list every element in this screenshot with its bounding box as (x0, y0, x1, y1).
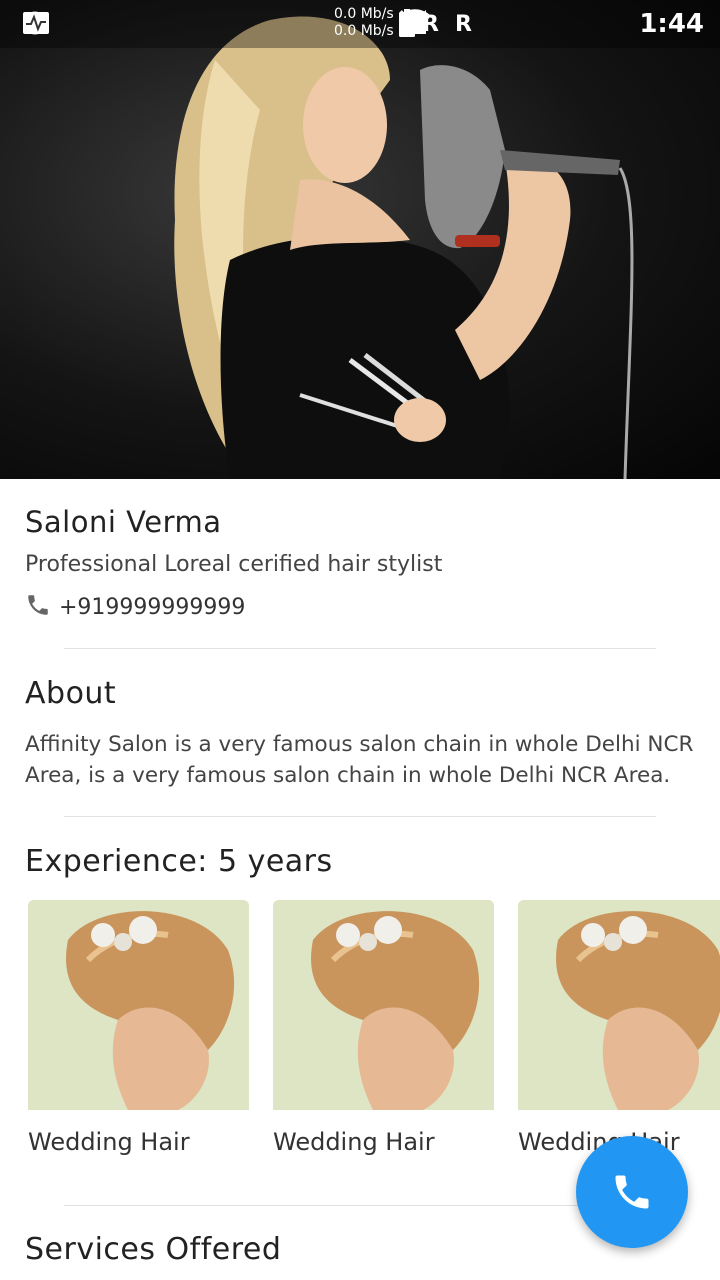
portfolio-photo (518, 900, 720, 1110)
phone-icon (25, 592, 51, 622)
about-text: Affinity Salon is a very famous salon ch… (25, 732, 694, 788)
status-bar: 0.0 Mb/s 0.0 Mb/s R R 1:44 (0, 0, 720, 48)
portfolio-card[interactable]: Wedding Hair (518, 900, 720, 1156)
services-heading: Services Offered (25, 1232, 282, 1267)
activity-icon (23, 10, 188, 38)
stylist-subtitle: Professional Loreal cerified hair stylis… (25, 552, 443, 577)
roaming-indicator-2: R (454, 11, 472, 37)
portfolio-label: Wedding Hair (28, 1128, 190, 1156)
record-icon (23, 10, 142, 38)
network-speed: 0.0 Mb/s 0.0 Mb/s (334, 6, 394, 39)
image-icon (24, 10, 96, 38)
portfolio-photo (28, 900, 249, 1110)
portfolio-card[interactable]: Wedding Hair (28, 900, 249, 1156)
portfolio-photo (273, 900, 494, 1110)
hero-image: 0.0 Mb/s 0.0 Mb/s R R 1:44 (0, 0, 720, 479)
portfolio-label: Wedding Hair (273, 1128, 435, 1156)
phone-icon (615, 1175, 649, 1209)
about-heading: About (25, 676, 117, 711)
stylist-name: Saloni Verma (25, 505, 222, 539)
phone-number[interactable]: +919999999999 (59, 595, 245, 620)
phone-row[interactable]: +919999999999 (25, 592, 245, 622)
clock: 1:44 (639, 9, 704, 39)
portfolio-card[interactable]: Wedding Hair (273, 900, 494, 1156)
divider (64, 816, 656, 817)
portfolio-gallery[interactable]: Wedding Hair Wedding Hair Wedding Hair (28, 900, 720, 1170)
divider (64, 648, 656, 649)
stylist-photo (174, 16, 634, 479)
experience-heading: Experience: 5 years (25, 844, 333, 879)
divider (64, 1205, 656, 1206)
call-button[interactable] (576, 1136, 688, 1248)
